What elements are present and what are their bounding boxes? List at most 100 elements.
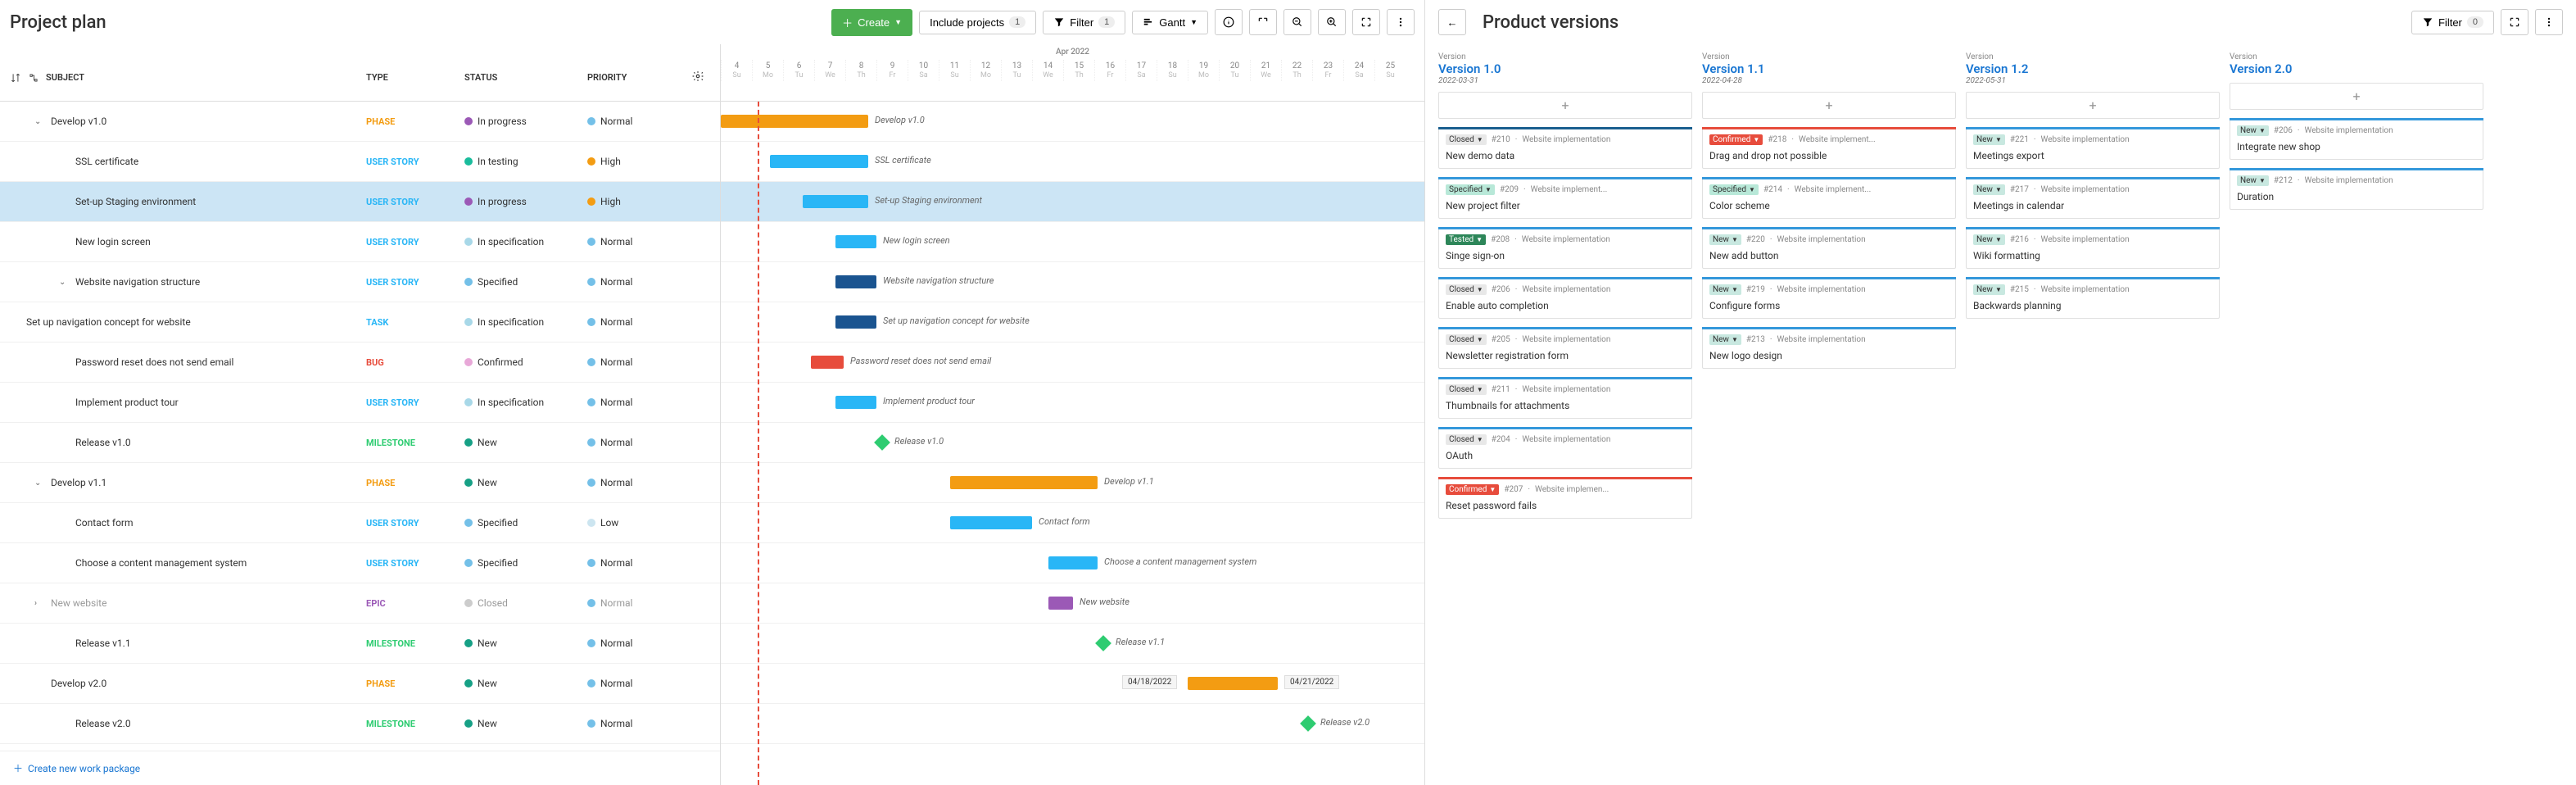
status-tag[interactable]: Specified ▼ <box>1446 184 1495 195</box>
table-row[interactable]: Choose a content management system USER … <box>0 543 720 583</box>
board-more-button[interactable] <box>2535 9 2563 35</box>
version-name[interactable]: Version 1.2 <box>1966 61 2220 76</box>
table-row[interactable]: Contact form USER STORY Specified Low <box>0 503 720 543</box>
zoom-fit-button[interactable] <box>1249 9 1277 35</box>
chevron-down-icon[interactable]: ⌄ <box>59 278 70 287</box>
status-tag[interactable]: New ▼ <box>1973 134 2005 145</box>
board-card[interactable]: Specified ▼ #209 · Website implement... … <box>1438 177 1692 219</box>
chevron-right-icon[interactable]: › <box>34 599 46 608</box>
zoom-out-button[interactable] <box>1283 9 1311 35</box>
status-tag[interactable]: Specified ▼ <box>1709 184 1759 195</box>
status-tag[interactable]: Closed ▼ <box>1446 134 1487 145</box>
gantt-bar[interactable] <box>1048 556 1098 569</box>
status-tag[interactable]: Closed ▼ <box>1446 384 1487 395</box>
board-card[interactable]: Closed ▼ #210 · Website implementation N… <box>1438 127 1692 169</box>
status-tag[interactable]: New ▼ <box>1709 334 1741 345</box>
table-row[interactable]: Develop v2.0 PHASE New Normal <box>0 664 720 704</box>
board-card[interactable]: New ▼ #206 · Website implementation Inte… <box>2230 118 2483 160</box>
gantt-row[interactable]: Develop v1.0 <box>721 102 1424 142</box>
board-card[interactable]: New ▼ #219 · Website implementation Conf… <box>1702 277 1956 319</box>
gear-icon[interactable] <box>692 70 704 82</box>
view-selector[interactable]: Gantt ▼ <box>1132 11 1208 34</box>
table-row[interactable]: › New website EPIC Closed Normal <box>0 583 720 624</box>
status-tag[interactable]: Closed ▼ <box>1446 284 1487 295</box>
zoom-in-button[interactable] <box>1318 9 1346 35</box>
board-card[interactable]: Closed ▼ #205 · Website implementation N… <box>1438 327 1692 369</box>
gantt-row[interactable]: Website navigation structure <box>721 262 1424 302</box>
board-card[interactable]: New ▼ #213 · Website implementation New … <box>1702 327 1956 369</box>
create-button[interactable]: ＋ Create ▼ <box>831 9 912 36</box>
gantt-row[interactable]: Password reset does not send email <box>721 343 1424 383</box>
chevron-down-icon[interactable]: ⌄ <box>34 117 46 126</box>
status-tag[interactable]: New ▼ <box>2237 125 2269 136</box>
gantt-bar[interactable] <box>803 195 868 208</box>
board-card[interactable]: Tested ▼ #208 · Website implementation S… <box>1438 227 1692 269</box>
table-row[interactable]: Password reset does not send email BUG C… <box>0 343 720 383</box>
version-name[interactable]: Version 2.0 <box>2230 61 2483 76</box>
table-row[interactable]: SSL certificate USER STORY In testing Hi… <box>0 142 720 182</box>
gantt-row[interactable]: New login screen <box>721 222 1424 262</box>
board-card[interactable]: Specified ▼ #214 · Website implement... … <box>1702 177 1956 219</box>
board-card[interactable]: New ▼ #215 · Website implementation Back… <box>1966 277 2220 319</box>
board-card[interactable]: Confirmed ▼ #207 · Website implemen... R… <box>1438 477 1692 519</box>
gantt-row[interactable]: Set up navigation concept for website <box>721 302 1424 343</box>
board-card[interactable]: New ▼ #212 · Website implementation Dura… <box>2230 168 2483 210</box>
gantt-row[interactable]: Release v1.1 <box>721 624 1424 664</box>
board-card[interactable]: Confirmed ▼ #218 · Website implement... … <box>1702 127 1956 169</box>
table-row[interactable]: Implement product tour USER STORY In spe… <box>0 383 720 423</box>
fullscreen-button[interactable] <box>1352 9 1380 35</box>
gantt-bar[interactable] <box>835 235 876 248</box>
info-button[interactable] <box>1215 9 1243 35</box>
status-tag[interactable]: New ▼ <box>1709 284 1741 295</box>
table-row[interactable]: Release v1.0 MILESTONE New Normal <box>0 423 720 463</box>
add-card-button[interactable]: + <box>1438 92 1692 119</box>
create-work-package-link[interactable]: ＋ Create new work package <box>0 751 720 785</box>
table-row[interactable]: Release v1.1 MILESTONE New Normal <box>0 624 720 664</box>
gantt-bar[interactable] <box>950 516 1032 529</box>
table-row[interactable]: ⌄ Develop v1.1 PHASE New Normal <box>0 463 720 503</box>
status-tag[interactable]: New ▼ <box>1973 184 2005 195</box>
board-card[interactable]: New ▼ #216 · Website implementation Wiki… <box>1966 227 2220 269</box>
gantt-row[interactable]: SSL certificate <box>721 142 1424 182</box>
gantt-row[interactable]: Develop v2.004/18/202204/21/2022 <box>721 664 1424 704</box>
milestone-icon[interactable] <box>1095 635 1111 651</box>
gantt-bar[interactable] <box>811 356 844 369</box>
sort-icon[interactable] <box>10 72 21 84</box>
status-tag[interactable]: New ▼ <box>1709 234 1741 245</box>
status-tag[interactable]: Confirmed ▼ <box>1446 484 1499 495</box>
board-card[interactable]: Closed ▼ #206 · Website implementation E… <box>1438 277 1692 319</box>
back-button[interactable]: ← <box>1438 9 1466 35</box>
gantt-row[interactable]: Implement product tour <box>721 383 1424 423</box>
table-row[interactable]: New login screen USER STORY In specifica… <box>0 222 720 262</box>
board-card[interactable]: Closed ▼ #204 · Website implementation O… <box>1438 427 1692 469</box>
board-card[interactable]: Closed ▼ #211 · Website implementation T… <box>1438 377 1692 419</box>
board-card[interactable]: New ▼ #220 · Website implementation New … <box>1702 227 1956 269</box>
table-row[interactable]: Set up navigation concept for website TA… <box>0 302 720 343</box>
add-card-button[interactable]: + <box>1966 92 2220 119</box>
add-card-button[interactable]: + <box>2230 83 2483 110</box>
gantt-bar[interactable] <box>835 315 876 329</box>
board-card[interactable]: New ▼ #221 · Website implementation Meet… <box>1966 127 2220 169</box>
more-button[interactable] <box>1387 9 1415 35</box>
gantt-bar[interactable] <box>950 476 1098 489</box>
table-row[interactable]: Set-up Staging environment USER STORY In… <box>0 182 720 222</box>
status-tag[interactable]: Closed ▼ <box>1446 434 1487 445</box>
version-name[interactable]: Version 1.0 <box>1438 61 1692 76</box>
chevron-down-icon[interactable]: ⌄ <box>34 479 46 488</box>
gantt-bar[interactable] <box>835 396 876 409</box>
gantt-bar[interactable] <box>770 155 868 168</box>
gantt-row[interactable]: Contact form <box>721 503 1424 543</box>
gantt-bar[interactable] <box>1048 597 1073 610</box>
gantt-row[interactable]: Release v1.0 <box>721 423 1424 463</box>
table-row[interactable]: ⌄ Develop v1.0 PHASE In progress Normal <box>0 102 720 142</box>
status-tag[interactable]: New ▼ <box>1973 234 2005 245</box>
add-card-button[interactable]: + <box>1702 92 1956 119</box>
version-name[interactable]: Version 1.1 <box>1702 61 1956 76</box>
status-tag[interactable]: Confirmed ▼ <box>1709 134 1763 145</box>
table-row[interactable]: Release v2.0 MILESTONE New Normal <box>0 704 720 744</box>
include-projects-button[interactable]: Include projects 1 <box>919 11 1036 34</box>
gantt-row[interactable]: Release v2.0 <box>721 704 1424 744</box>
hierarchy-icon[interactable] <box>28 72 39 84</box>
gantt-row[interactable]: Develop v1.1 <box>721 463 1424 503</box>
gantt-bar[interactable] <box>721 115 868 128</box>
